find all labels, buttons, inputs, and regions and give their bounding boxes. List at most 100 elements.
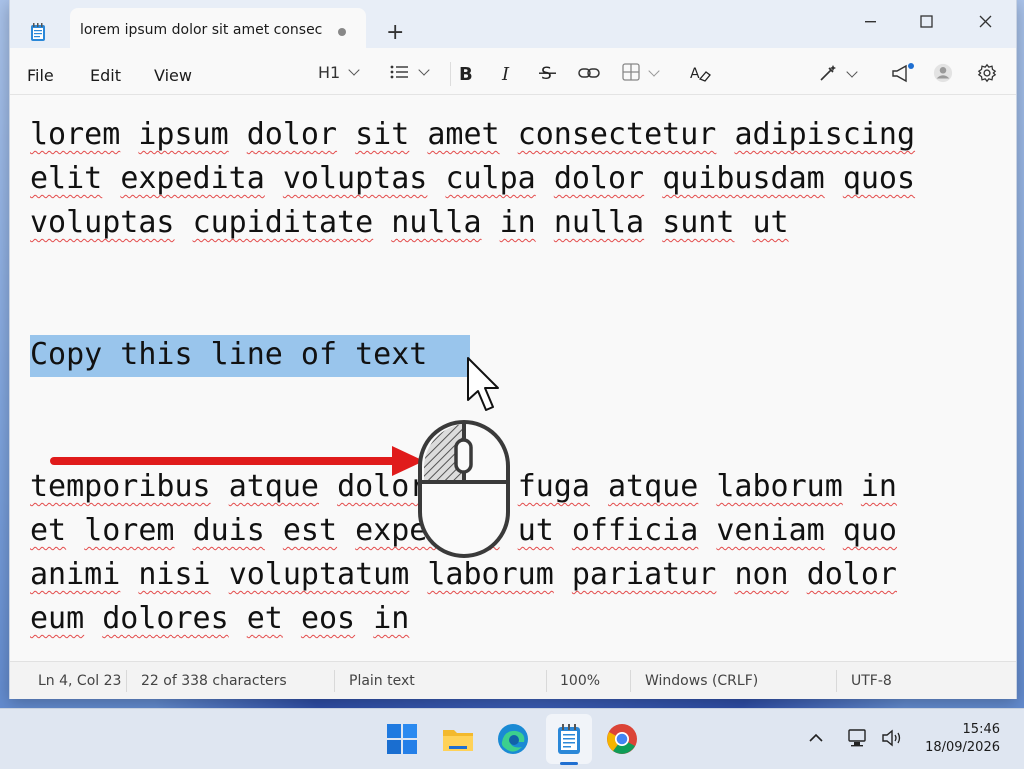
- paragraph1-line1: lorem ipsum dolor sit amet consectetur a…: [30, 117, 915, 153]
- clear-formatting-icon[interactable]: A: [690, 63, 712, 83]
- status-divider: [546, 670, 547, 692]
- misspelled-word: dolor: [806, 557, 897, 592]
- taskbar: 15:46 18/09/2026: [0, 708, 1024, 769]
- chevron-down-icon: [846, 66, 858, 78]
- cursor-position[interactable]: Ln 4, Col 23: [38, 673, 121, 689]
- misspelled-word: duis: [192, 513, 265, 548]
- new-tab-button[interactable]: +: [386, 22, 404, 44]
- misspelled-word: sit: [355, 117, 410, 152]
- copilot-dropdown[interactable]: [818, 63, 858, 83]
- clock-date: 18/09/2026: [925, 740, 1000, 755]
- menu-file[interactable]: File: [27, 66, 54, 85]
- misspelled-word: voluptas: [282, 161, 428, 196]
- misspelled-word: temporibus: [30, 469, 211, 504]
- misspelled-word: et: [30, 513, 67, 548]
- toolbar-divider: [450, 62, 451, 86]
- misspelled-word: ut: [752, 205, 789, 240]
- table-icon: [622, 63, 640, 81]
- misspelled-word: nulla: [553, 205, 645, 240]
- close-button[interactable]: [966, 10, 1006, 34]
- italic-icon[interactable]: I: [500, 63, 516, 83]
- feedback-megaphone-icon[interactable]: [890, 63, 914, 83]
- file-explorer-icon[interactable]: [441, 722, 475, 756]
- misspelled-word: non: [734, 557, 789, 592]
- volume-icon[interactable]: [880, 727, 904, 749]
- unsaved-dot-icon[interactable]: [338, 28, 346, 36]
- bold-icon[interactable]: B: [458, 63, 474, 83]
- chevron-up-icon[interactable]: [808, 731, 824, 745]
- misspelled-word: expedita: [355, 513, 500, 548]
- menu-bar: File Edit View H1 B I S A: [10, 48, 1016, 95]
- notepad-taskbar-icon[interactable]: [552, 722, 586, 756]
- misspelled-word: quos: [842, 161, 916, 196]
- misspelled-word: lorem: [84, 513, 175, 548]
- misspelled-word: laborum: [427, 557, 554, 592]
- network-icon[interactable]: [846, 727, 868, 749]
- svg-text:B: B: [459, 64, 473, 83]
- misspelled-word: expedita: [120, 161, 265, 196]
- text-format[interactable]: Plain text: [349, 673, 415, 689]
- chrome-browser-icon[interactable]: [605, 722, 639, 756]
- misspelled-word: in: [373, 601, 410, 636]
- link-icon[interactable]: [578, 63, 600, 83]
- text-editor[interactable]: lorem ipsum dolor sit amet consectetur a…: [10, 95, 1016, 660]
- misspelled-word: amet: [427, 117, 500, 152]
- encoding[interactable]: UTF-8: [851, 673, 892, 689]
- misspelled-word: lorem: [30, 117, 121, 152]
- paragraph2-line3: animi nisi voluptatum laborum pariatur n…: [30, 557, 897, 593]
- line-ending[interactable]: Windows (CRLF): [645, 673, 758, 689]
- misspelled-word: et: [246, 601, 283, 636]
- misspelled-word: consectetur: [517, 117, 717, 152]
- heading-dropdown[interactable]: H1: [318, 63, 360, 83]
- misspelled-word: voluptas: [30, 205, 175, 240]
- misspelled-word: voluptatum: [228, 557, 410, 592]
- paragraph2-line1: temporibus atque dolor quo fuga atque la…: [30, 469, 897, 505]
- edge-browser-icon[interactable]: [496, 722, 530, 756]
- paragraph1-line2: elit expedita voluptas culpa dolor quibu…: [30, 161, 915, 197]
- menu-view[interactable]: View: [154, 66, 192, 85]
- misspelled-word: eum: [30, 601, 85, 636]
- chevron-down-icon: [648, 65, 660, 77]
- misspelled-word: dolor: [246, 117, 338, 152]
- strikethrough-icon[interactable]: S: [538, 63, 558, 83]
- settings-gear-icon[interactable]: [976, 63, 998, 83]
- misspelled-word: culpa: [445, 161, 536, 196]
- paragraph2-line4: eum dolores et eos in: [30, 601, 409, 637]
- misspelled-word: sunt: [662, 205, 735, 240]
- windows-start-icon[interactable]: [385, 722, 419, 756]
- misspelled-word: in: [860, 469, 897, 504]
- misspelled-word: fuga: [517, 469, 590, 504]
- active-app-indicator: [560, 762, 578, 765]
- misspelled-word: dolor: [553, 161, 645, 196]
- table-dropdown[interactable]: [622, 63, 660, 83]
- account-avatar-icon[interactable]: [932, 63, 954, 83]
- character-count: 22 of 338 characters: [141, 673, 287, 689]
- paragraph1-line3: voluptas cupiditate nulla in nulla sunt …: [30, 205, 789, 241]
- list-dropdown[interactable]: [390, 63, 430, 83]
- title-bar[interactable]: lorem ipsum dolor sit amet consec +: [10, 0, 1016, 48]
- misspelled-word: ut: [517, 513, 554, 548]
- status-bar: Ln 4, Col 23 22 of 338 characters Plain …: [10, 661, 1016, 699]
- misspelled-word: animi: [30, 557, 121, 592]
- notepad-window: lorem ipsum dolor sit amet consec + File…: [9, 0, 1017, 699]
- misspelled-word: pariatur: [571, 557, 717, 592]
- document-tab[interactable]: lorem ipsum dolor sit amet consec: [70, 8, 366, 48]
- misspelled-word: quo: [445, 469, 500, 504]
- clock-time: 15:46: [962, 722, 1000, 737]
- magic-pen-icon: [820, 65, 836, 81]
- chevron-down-icon: [418, 64, 430, 76]
- misspelled-word: quo: [842, 513, 897, 548]
- menu-edit[interactable]: Edit: [90, 66, 121, 85]
- zoom-level[interactable]: 100%: [560, 673, 600, 689]
- status-divider: [836, 670, 837, 692]
- selected-line: Copy this line of text: [30, 337, 428, 372]
- bullet-list-icon: [390, 65, 408, 79]
- misspelled-word: dolor: [337, 469, 428, 504]
- status-divider: [126, 670, 127, 692]
- minimize-button[interactable]: [850, 10, 890, 34]
- system-clock[interactable]: 15:46 18/09/2026: [925, 721, 1000, 757]
- misspelled-word: nulla: [391, 205, 482, 240]
- misspelled-word: ipsum: [138, 117, 229, 152]
- heading-label: H1: [318, 63, 341, 82]
- maximize-button[interactable]: [906, 10, 946, 34]
